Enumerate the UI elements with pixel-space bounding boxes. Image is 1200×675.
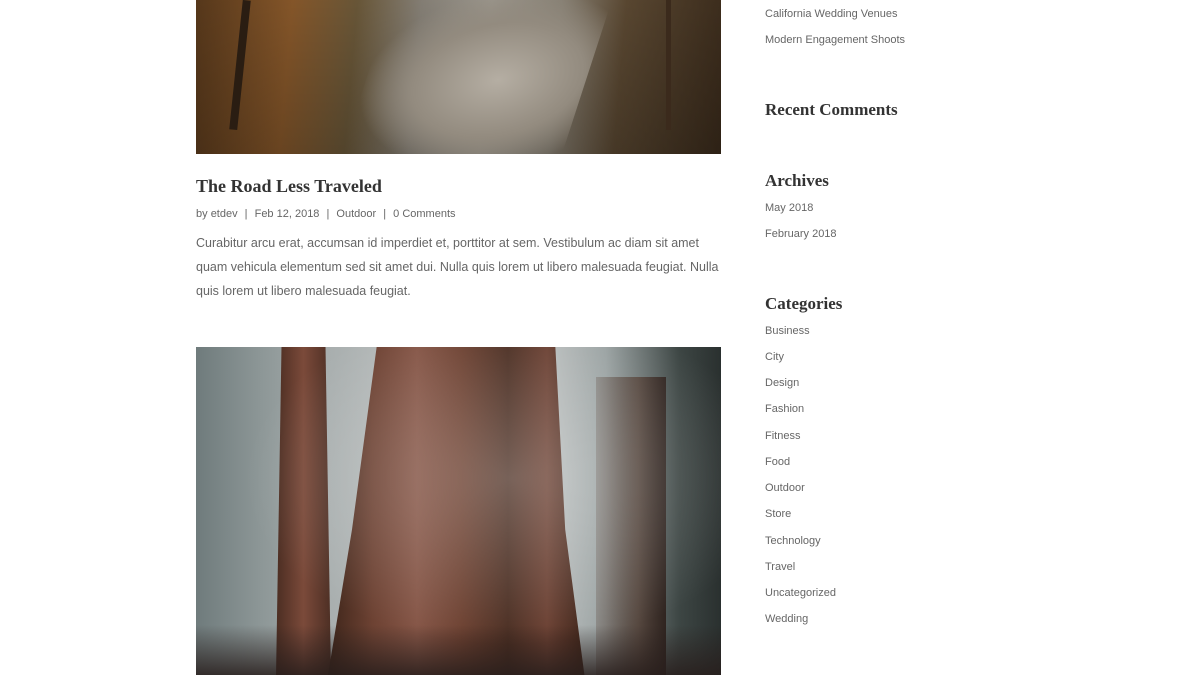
post-excerpt: Curabitur arcu erat, accumsan id imperdi… [196, 236, 719, 298]
post-meta-by: by [196, 208, 208, 220]
recent-post-link[interactable]: Modern Engagement Shoots [765, 34, 905, 46]
post-title[interactable]: The Road Less Traveled [196, 176, 382, 197]
category-link-store[interactable]: Store [765, 508, 791, 520]
category-link-city[interactable]: City [765, 351, 784, 363]
post-author-link[interactable]: etdev [211, 208, 238, 220]
category-link-fitness[interactable]: Fitness [765, 430, 800, 442]
redwood-featured-image[interactable] [196, 347, 721, 675]
archive-link[interactable]: February 2018 [765, 228, 837, 240]
category-link-travel[interactable]: Travel [765, 561, 795, 573]
post-date: Feb 12, 2018 [254, 208, 320, 220]
recent-comments-heading: Recent Comments [765, 100, 898, 119]
category-link-design[interactable]: Design [765, 377, 799, 389]
meta-separator: | [244, 208, 248, 220]
category-link-outdoor[interactable]: Outdoor [765, 482, 805, 494]
category-link-wedding[interactable]: Wedding [765, 613, 808, 625]
category-link-business[interactable]: Business [765, 325, 810, 337]
category-link-technology[interactable]: Technology [765, 535, 821, 547]
post-comments-link[interactable]: 0 Comments [393, 208, 455, 220]
archives-heading: Archives [765, 171, 829, 190]
category-link-fashion[interactable]: Fashion [765, 403, 804, 415]
meta-separator: | [326, 208, 330, 220]
archive-link[interactable]: May 2018 [765, 202, 813, 214]
recent-post-link[interactable]: California Wedding Venues [765, 8, 898, 20]
meta-separator: | [383, 208, 387, 220]
blog-page: The Road Less Traveled by etdev | Feb 12… [0, 0, 1200, 675]
category-link-uncategorized[interactable]: Uncategorized [765, 587, 836, 599]
category-link-food[interactable]: Food [765, 456, 790, 468]
categories-heading: Categories [765, 294, 843, 313]
post-category-link[interactable]: Outdoor [336, 208, 376, 220]
post-meta: by etdev | Feb 12, 2018 | Outdoor | 0 Co… [196, 208, 456, 220]
forest-path-featured-image[interactable] [196, 0, 721, 154]
